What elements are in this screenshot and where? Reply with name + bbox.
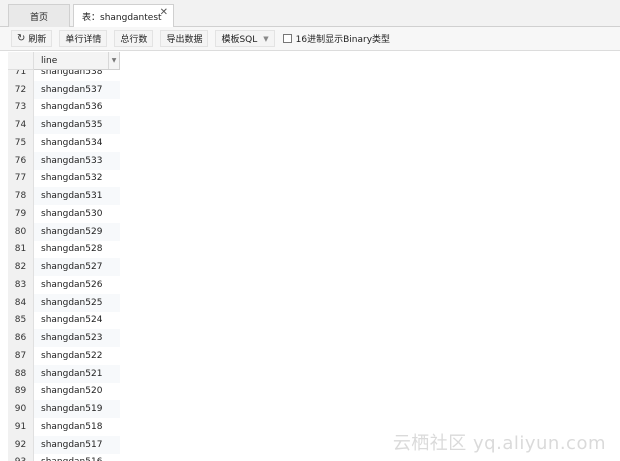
table-row[interactable]: 74 shangdan535 bbox=[8, 116, 620, 134]
line-cell[interactable]: shangdan537 bbox=[34, 80, 120, 99]
tab-table-shangdantest[interactable]: 表：shangdantest ✕ bbox=[73, 4, 174, 28]
line-cell[interactable]: shangdan516 bbox=[34, 454, 120, 461]
line-cell[interactable]: shangdan526 bbox=[34, 276, 120, 294]
refresh-label: 刷新 bbox=[28, 35, 47, 45]
row-number: 78 bbox=[8, 187, 34, 205]
table-row[interactable]: 77 shangdan532 bbox=[8, 169, 620, 188]
total-rows-button[interactable]: 总行数 bbox=[114, 30, 154, 47]
table-row[interactable]: 72 shangdan537 bbox=[8, 80, 620, 99]
line-cell[interactable]: shangdan517 bbox=[34, 435, 120, 454]
row-number: 81 bbox=[8, 240, 34, 259]
refresh-button[interactable]: ↻ 刷新 bbox=[11, 30, 53, 47]
row-number: 82 bbox=[8, 258, 34, 276]
line-cell[interactable]: shangdan536 bbox=[34, 99, 120, 117]
table-row[interactable]: 88 shangdan521 bbox=[8, 364, 620, 383]
row-number: 89 bbox=[8, 382, 34, 401]
row-number: 75 bbox=[8, 134, 34, 152]
row-number: 92 bbox=[8, 435, 34, 454]
result-grid: 71 shangdan538 72 shangdan537 73 shangdan536 7… bbox=[8, 52, 620, 461]
hex-binary-checkbox[interactable] bbox=[282, 34, 292, 43]
template-sql-label: 模板SQL bbox=[221, 35, 258, 45]
row-number: 85 bbox=[8, 311, 34, 330]
line-cell[interactable]: shangdan521 bbox=[34, 364, 120, 383]
tab-home[interactable]: 首页 bbox=[8, 4, 70, 27]
line-cell[interactable]: shangdan532 bbox=[34, 170, 120, 188]
line-cell[interactable]: shangdan533 bbox=[34, 151, 120, 170]
line-cell[interactable]: shangdan523 bbox=[34, 329, 120, 347]
refresh-icon: ↻ bbox=[17, 33, 26, 44]
row-number: 87 bbox=[8, 347, 34, 365]
line-cell[interactable]: shangdan530 bbox=[34, 205, 120, 223]
table-row[interactable]: 83 shangdan526 bbox=[8, 276, 620, 294]
line-cell[interactable]: shangdan527 bbox=[34, 258, 120, 276]
tab-bar: 首页 表：shangdantest ✕ bbox=[0, 0, 620, 28]
line-cell[interactable]: shangdan519 bbox=[34, 400, 120, 418]
table-row[interactable]: 82 shangdan527 bbox=[8, 258, 620, 276]
line-cell[interactable]: shangdan529 bbox=[34, 222, 120, 241]
row-number: 77 bbox=[8, 169, 34, 188]
line-cell[interactable]: shangdan528 bbox=[34, 241, 120, 259]
grid-header: line ▼ bbox=[8, 52, 620, 70]
table-row[interactable]: 75 shangdan534 bbox=[8, 134, 620, 152]
toolbar: ↻ 刷新 单行详情 总行数 导出数据 模板SQL ▼ 16进制显示Binary类… bbox=[0, 27, 620, 51]
chevron-down-icon: ▼ bbox=[263, 34, 269, 43]
export-data-button[interactable]: 导出数据 bbox=[160, 30, 209, 47]
line-cell[interactable]: shangdan524 bbox=[34, 312, 120, 330]
row-number: 79 bbox=[8, 205, 34, 223]
grid-rows: 71 shangdan538 72 shangdan537 73 shangdan536 7… bbox=[8, 63, 620, 461]
line-cell[interactable]: shangdan522 bbox=[34, 347, 120, 365]
row-number: 73 bbox=[8, 98, 34, 117]
row-number: 83 bbox=[8, 276, 34, 294]
table-row[interactable]: 76 shangdan533 bbox=[8, 151, 620, 170]
export-data-label: 导出数据 bbox=[166, 35, 203, 45]
line-cell[interactable]: shangdan520 bbox=[34, 383, 120, 401]
template-sql-dropdown[interactable]: 模板SQL ▼ bbox=[215, 30, 275, 47]
table-row[interactable]: 78 shangdan531 bbox=[8, 187, 620, 205]
row-number: 90 bbox=[8, 400, 34, 418]
table-row[interactable]: 87 shangdan522 bbox=[8, 347, 620, 365]
row-number: 91 bbox=[8, 418, 34, 436]
tab-table-label: 表：shangdantest bbox=[82, 13, 162, 23]
hex-binary-label: 16进制显示Binary类型 bbox=[295, 35, 391, 45]
row-number: 76 bbox=[8, 151, 34, 170]
line-cell[interactable]: shangdan534 bbox=[34, 134, 120, 152]
hex-binary-toggle[interactable]: 16进制显示Binary类型 bbox=[282, 32, 391, 45]
row-number: 80 bbox=[8, 222, 34, 241]
table-row[interactable]: 90 shangdan519 bbox=[8, 400, 620, 418]
table-row[interactable]: 89 shangdan520 bbox=[8, 382, 620, 401]
total-rows-label: 总行数 bbox=[120, 35, 148, 45]
row-number: 74 bbox=[8, 116, 34, 134]
table-row[interactable]: 73 shangdan536 bbox=[8, 98, 620, 117]
tab-home-label: 首页 bbox=[29, 12, 48, 23]
column-menu-icon[interactable]: ▼ bbox=[108, 52, 119, 69]
row-number: 72 bbox=[8, 80, 34, 99]
table-row[interactable]: 80 shangdan529 bbox=[8, 222, 620, 241]
table-row[interactable]: 86 shangdan523 bbox=[8, 329, 620, 347]
line-cell[interactable]: shangdan535 bbox=[34, 116, 120, 134]
column-header-line[interactable]: line ▼ bbox=[34, 52, 120, 70]
line-cell[interactable]: shangdan518 bbox=[34, 418, 120, 436]
table-row[interactable]: 79 shangdan530 bbox=[8, 205, 620, 223]
table-row[interactable]: 85 shangdan524 bbox=[8, 311, 620, 330]
line-cell[interactable]: shangdan531 bbox=[34, 187, 120, 205]
row-detail-button[interactable]: 单行详情 bbox=[59, 30, 108, 47]
column-header-label: line bbox=[41, 55, 58, 66]
row-number: 88 bbox=[8, 364, 34, 383]
table-row[interactable]: 81 shangdan528 bbox=[8, 240, 620, 259]
row-number: 84 bbox=[8, 293, 34, 312]
row-number: 93 bbox=[8, 453, 34, 461]
table-row[interactable]: 84 shangdan525 bbox=[8, 293, 620, 312]
row-detail-label: 单行详情 bbox=[65, 35, 102, 45]
watermark: 云栖社区 yq.aliyun.com bbox=[392, 433, 606, 454]
line-cell[interactable]: shangdan525 bbox=[34, 293, 120, 312]
row-number: 86 bbox=[8, 329, 34, 347]
close-icon[interactable]: ✕ bbox=[160, 7, 168, 18]
row-number-header bbox=[8, 52, 34, 70]
